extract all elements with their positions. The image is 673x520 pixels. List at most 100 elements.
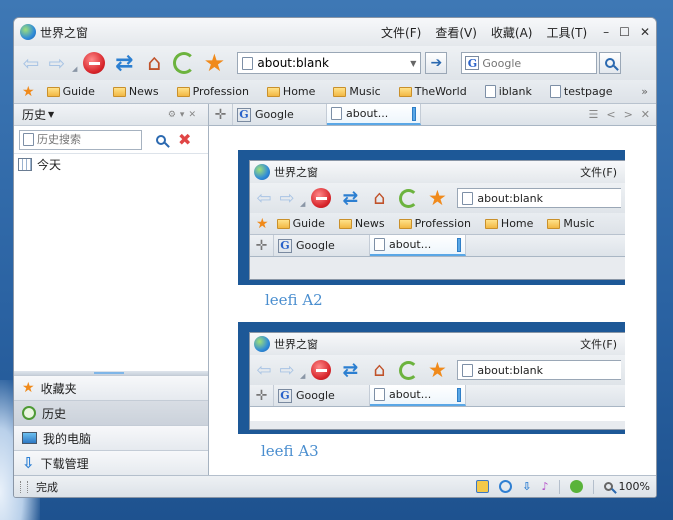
status-bar: 完成 ⇩ ♪ 100%	[14, 475, 656, 497]
status-grip[interactable]	[20, 480, 28, 493]
menu-bar: 文件(F) 查看(V) 收藏(A) 工具(T)	[381, 24, 587, 41]
restore-button[interactable]	[171, 50, 197, 76]
menu-view[interactable]: 查看(V)	[435, 24, 477, 41]
sidebar-panel-downloads[interactable]: ⇩ 下载管理	[14, 450, 208, 475]
search-input[interactable]	[482, 56, 593, 70]
refresh-icon[interactable]: ⇄	[111, 50, 137, 76]
zoom-control[interactable]: 100%	[603, 480, 650, 493]
home-icon: ⌂	[373, 187, 386, 209]
popup-blocker-icon[interactable]	[476, 480, 490, 493]
fav-item-music[interactable]: Music	[333, 85, 381, 98]
menu-file[interactable]: 文件(F)	[381, 24, 421, 41]
page-icon	[549, 85, 561, 98]
stop-button[interactable]	[81, 50, 107, 76]
fav-item-news[interactable]: News	[112, 85, 159, 98]
preview-address-text: about:blank	[477, 191, 543, 205]
close-tab-icon[interactable]: ✕	[641, 108, 650, 121]
tab-scroll-right-icon[interactable]: >	[624, 108, 633, 121]
fav-item-guide[interactable]: Guide	[46, 85, 95, 98]
page-icon	[462, 363, 474, 377]
preview-image-a3: 世界之窗 文件(F) ⇦ ⇨ ◢ ⇄ ⌂ ★ about:blank ✛ G G…	[238, 322, 625, 434]
folder-icon	[333, 86, 347, 97]
sidebar-panel-history[interactable]: 历史	[14, 400, 208, 425]
status-separator	[592, 479, 594, 494]
favorites-more-icon[interactable]: »	[641, 85, 648, 98]
preview-address-text: about:blank	[477, 363, 543, 377]
fav-item-profession[interactable]: Profession	[176, 85, 249, 98]
forward-arrow-icon[interactable]: ⇨	[46, 51, 68, 75]
folder-icon	[398, 86, 412, 97]
sidebar-controls[interactable]: ⚙▾✕	[168, 110, 200, 120]
sidebar-panel-favorites[interactable]: ★ 收藏夹	[14, 375, 208, 400]
status-icons: ⇩ ♪ 100%	[476, 479, 650, 494]
preview-fav-item: Guide	[276, 217, 325, 230]
menu-tools[interactable]: 工具(T)	[546, 24, 587, 41]
history-tree-label: 今天	[37, 158, 62, 172]
sidebar-panel-computer[interactable]: 我的电脑	[14, 425, 208, 450]
preview-toolbar: ⇦ ⇨ ◢ ⇄ ⌂ ★ about:blank	[250, 183, 625, 213]
preview-fav-item: Home	[484, 217, 533, 230]
favorites-star-icon[interactable]: ★	[22, 84, 35, 100]
preview-fav-item: Music	[547, 217, 595, 230]
sidebar-header: 历史 ▼ ⚙▾✕	[14, 104, 208, 126]
menu-favorites[interactable]: 收藏(A)	[491, 24, 533, 41]
security-check-icon[interactable]	[569, 480, 583, 493]
tab-progress-indicator	[457, 387, 461, 402]
page-icon	[374, 388, 385, 401]
preview-fav-item: Profession	[398, 217, 471, 230]
folder-icon	[338, 218, 352, 229]
address-dropdown-icon[interactable]: ▼	[410, 59, 416, 68]
browser-window: 世界之窗 文件(F) 查看(V) 收藏(A) 工具(T) – ☐ ✕ ⇦ ⇨ ◢…	[13, 17, 657, 498]
nav-dropdown-icon: ◢	[300, 200, 306, 208]
download-icon[interactable]: ⇩	[522, 480, 531, 493]
preview-tab: G Google	[274, 385, 370, 406]
fav-item-theworld[interactable]: TheWorld	[398, 85, 467, 98]
sidebar-splitter[interactable]	[14, 371, 208, 375]
favorite-star-icon[interactable]: ★	[201, 49, 227, 77]
title-bar[interactable]: 世界之窗 文件(F) 查看(V) 收藏(A) 工具(T) – ☐ ✕	[14, 18, 656, 46]
home-icon[interactable]: ⌂	[141, 50, 167, 76]
page-icon	[462, 191, 474, 205]
history-search-button[interactable]	[150, 129, 172, 151]
history-search-input[interactable]	[37, 133, 137, 146]
go-button[interactable]: ➔	[425, 52, 448, 74]
main-area: ✛ G Google about... ☰ < > ✕ 世界之窗 文件(F) ⇦…	[209, 104, 656, 475]
close-button[interactable]: ✕	[640, 25, 650, 39]
preview-window: 世界之窗 文件(F) ⇦ ⇨ ◢ ⇄ ⌂ ★	[249, 332, 625, 430]
new-tab-button[interactable]: ✛	[209, 104, 233, 125]
clear-icon[interactable]: ✖	[178, 130, 191, 149]
minimize-button[interactable]: –	[603, 25, 609, 39]
maximize-button[interactable]: ☐	[619, 25, 630, 39]
tab-scroll-left-icon[interactable]: <	[606, 108, 615, 121]
tab-google[interactable]: G Google	[233, 104, 327, 125]
sidebar-title[interactable]: 历史	[22, 106, 46, 123]
undo-wrap	[395, 357, 421, 383]
music-icon[interactable]: ♪	[542, 480, 549, 493]
search-button[interactable]	[599, 52, 622, 74]
fav-item-testpage[interactable]: testpage	[549, 85, 613, 98]
tab-about-blank[interactable]: about...	[327, 104, 421, 125]
google-icon: G	[278, 238, 292, 253]
preview-address: about:blank	[457, 360, 621, 380]
tab-label: Google	[255, 108, 294, 121]
folder-icon	[484, 218, 498, 229]
folder-icon	[176, 86, 190, 97]
window-controls: – ☐ ✕	[603, 25, 650, 39]
fav-item-iblank[interactable]: iblank	[484, 85, 532, 98]
nav-dropdown-icon[interactable]: ◢	[72, 65, 77, 73]
compass-icon[interactable]	[499, 480, 513, 493]
history-tree-item[interactable]: 今天	[14, 154, 208, 175]
sidebar-panel-label: 收藏夹	[40, 381, 77, 396]
back-arrow-icon[interactable]: ⇦	[20, 51, 42, 75]
status-text: 完成	[36, 480, 58, 494]
zoom-level: 100%	[618, 480, 650, 493]
google-icon[interactable]: G	[465, 56, 480, 70]
sidebar-title-dropdown-icon[interactable]: ▼	[48, 110, 54, 119]
folder-icon	[112, 86, 126, 97]
refresh-icon: ⇄	[342, 187, 359, 209]
address-input[interactable]	[257, 56, 398, 70]
fav-item-home[interactable]: Home	[266, 85, 315, 98]
folder-icon	[547, 218, 561, 229]
tab-list-icon[interactable]: ☰	[588, 108, 598, 121]
preview-title-bar: 世界之窗 文件(F)	[250, 333, 625, 355]
